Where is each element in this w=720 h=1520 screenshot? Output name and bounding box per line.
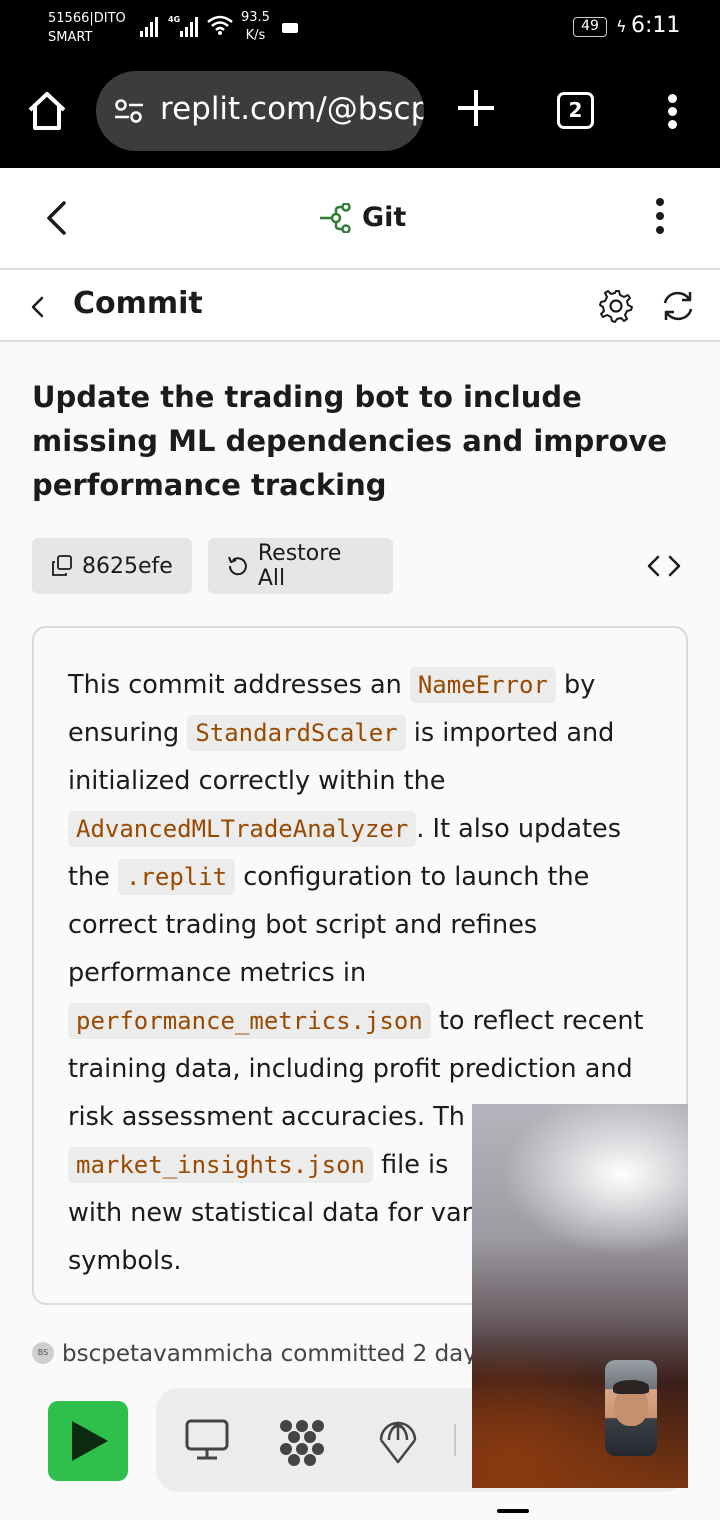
run-button[interactable] <box>48 1401 128 1481</box>
chevron-left-icon[interactable] <box>28 292 48 322</box>
new-tab-icon[interactable] <box>458 90 494 126</box>
video-camera-icon <box>282 23 298 33</box>
packages-icon[interactable] <box>276 1418 328 1468</box>
restore-all-button[interactable]: Restore All <box>208 538 393 594</box>
commit-header: Commit <box>0 270 720 342</box>
home-icon[interactable] <box>26 90 68 132</box>
self-view-thumbnail[interactable] <box>605 1360 657 1456</box>
carrier-line2: SMART <box>48 30 93 45</box>
site-settings-icon[interactable] <box>114 98 144 124</box>
deploy-icon[interactable] <box>378 1418 418 1464</box>
url-text[interactable]: replit.com/@bscp <box>160 91 424 127</box>
browser-toolbar: replit.com/@bscp 2 <box>0 54 720 168</box>
restore-icon <box>228 556 247 576</box>
desc-text: This commit addresses an <box>68 670 410 700</box>
code-inline: market_insights.json <box>68 1147 373 1183</box>
code-inline: performance_metrics.json <box>68 1003 431 1039</box>
avatar: BS <box>32 1342 54 1364</box>
restore-all-label: Restore All <box>257 541 342 591</box>
commit-label: Commit <box>73 286 203 321</box>
app-header: Git <box>0 168 720 270</box>
carrier-info: 51566|DITO SMART <box>48 9 126 47</box>
copy-hash-button[interactable]: 8625efe <box>32 538 192 594</box>
commit-author-row: BS bscpetavammicha committed 2 days a <box>32 1338 482 1364</box>
gear-icon[interactable] <box>598 288 634 324</box>
code-inline: NameError <box>409 667 556 703</box>
clock: 6:11 <box>631 13 681 38</box>
git-branch-icon <box>320 202 351 233</box>
back-icon[interactable] <box>40 198 72 238</box>
charging-icon: ϟ <box>616 17 627 36</box>
tabs-icon[interactable]: 2 <box>557 92 594 129</box>
desc-text: with new statistical data for vario <box>68 1198 495 1228</box>
tray-divider <box>454 1424 456 1456</box>
commit-title: Update the trading bot to include missin… <box>32 380 668 502</box>
network-type-badge: 4G <box>168 15 181 24</box>
status-bar: 51566|DITO SMART 4G 93.5 K/s 49 ϟ 6:11 <box>0 0 720 54</box>
monitor-icon[interactable] <box>184 1418 230 1462</box>
app-title: Git <box>362 202 407 233</box>
battery-icon: 49 <box>573 17 607 37</box>
code-inline: AdvancedMLTradeAnalyzer <box>68 811 417 847</box>
desc-text: symbols. <box>68 1246 182 1276</box>
wifi-icon <box>207 15 233 35</box>
commit-hash: 8625efe <box>82 553 173 579</box>
copy-icon <box>52 555 72 576</box>
signal-strength-icon <box>140 15 158 37</box>
signal-strength-2-icon <box>180 15 198 37</box>
code-inline: .replit <box>117 859 236 895</box>
browser-more-vert-icon[interactable] <box>666 94 678 130</box>
git-title-group: Git <box>318 202 406 233</box>
network-speed: 93.5 K/s <box>241 9 270 45</box>
desc-text: file is <box>372 1150 449 1180</box>
carrier-line1: 51566|DITO <box>48 11 126 26</box>
more-vert-icon[interactable] <box>654 198 666 240</box>
speed-value: 93.5 <box>241 10 270 25</box>
gesture-handle[interactable] <box>497 1509 529 1513</box>
author-line: bscpetavammicha committed 2 days a <box>62 1341 482 1364</box>
code-icon[interactable] <box>644 552 684 580</box>
refresh-icon[interactable] <box>660 288 696 324</box>
code-inline: StandardScaler <box>187 715 406 751</box>
speed-unit: K/s <box>245 28 266 43</box>
address-bar[interactable]: replit.com/@bscp <box>96 71 424 151</box>
